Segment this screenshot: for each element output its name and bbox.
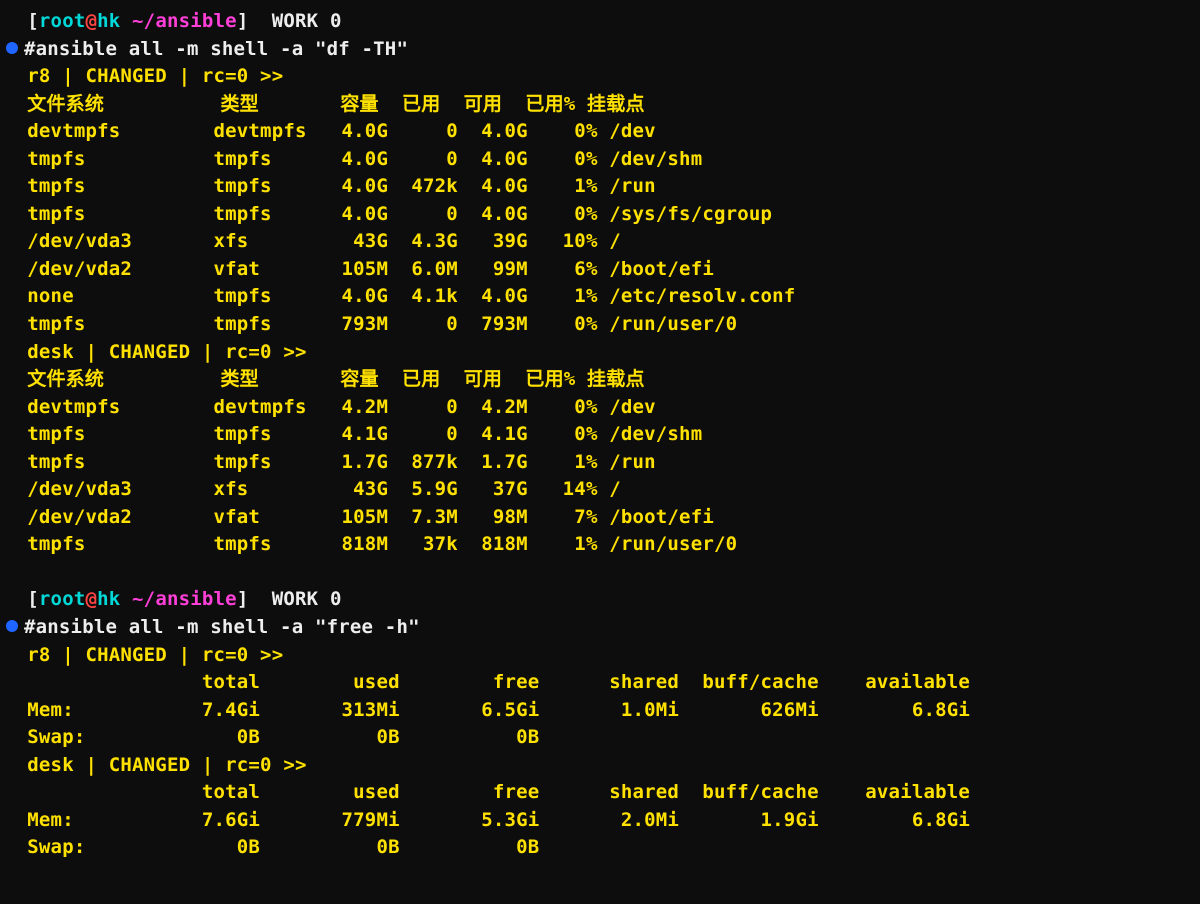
df-row: tmpfs tmpfs 4.0G 0 4.0G 0% /sys/fs/cgrou…	[4, 201, 1200, 229]
ansible-status: desk | CHANGED | rc=0 >>	[4, 339, 1200, 367]
df-row: /dev/vda2 vfat 105M 6.0M 99M 6% /boot/ef…	[4, 256, 1200, 284]
prompt-line[interactable]: [root@hk ~/ansible] WORK 0	[4, 586, 1200, 614]
ansible-status: desk | CHANGED | rc=0 >>	[4, 752, 1200, 780]
df-row: tmpfs tmpfs 1.7G 877k 1.7G 1% /run	[4, 449, 1200, 477]
df-row: /dev/vda3 xfs 43G 4.3G 39G 10% /	[4, 228, 1200, 256]
prompt-dot-icon	[6, 42, 18, 54]
df-row: tmpfs tmpfs 793M 0 793M 0% /run/user/0	[4, 311, 1200, 339]
ansible-status: r8 | CHANGED | rc=0 >>	[4, 63, 1200, 91]
free-swap-row: Swap: 0B 0B 0B	[4, 834, 1200, 862]
df-row: /dev/vda2 vfat 105M 7.3M 98M 7% /boot/ef…	[4, 504, 1200, 532]
free-mem-row: Mem: 7.4Gi 313Mi 6.5Gi 1.0Mi 626Mi 6.8Gi	[4, 697, 1200, 725]
df-row: tmpfs tmpfs 818M 37k 818M 1% /run/user/0	[4, 531, 1200, 559]
df-header: 文件系统 类型 容量 已用 可用 已用% 挂载点	[4, 366, 1200, 394]
free-mem-row: Mem: 7.6Gi 779Mi 5.3Gi 2.0Mi 1.9Gi 6.8Gi	[4, 807, 1200, 835]
df-row: tmpfs tmpfs 4.1G 0 4.1G 0% /dev/shm	[4, 421, 1200, 449]
df-row: /dev/vda3 xfs 43G 5.9G 37G 14% /	[4, 476, 1200, 504]
df-row: devtmpfs devtmpfs 4.2M 0 4.2M 0% /dev	[4, 394, 1200, 422]
terminal-output: [root@hk ~/ansible] WORK 0#ansible all -…	[4, 8, 1200, 862]
free-swap-row: Swap: 0B 0B 0B	[4, 724, 1200, 752]
df-row: tmpfs tmpfs 4.0G 0 4.0G 0% /dev/shm	[4, 146, 1200, 174]
df-header: 文件系统 类型 容量 已用 可用 已用% 挂载点	[4, 91, 1200, 119]
df-row: none tmpfs 4.0G 4.1k 4.0G 1% /etc/resolv…	[4, 283, 1200, 311]
command-line[interactable]: #ansible all -m shell -a "df -TH"	[4, 36, 1200, 64]
free-header: total used free shared buff/cache availa…	[4, 779, 1200, 807]
prompt-line[interactable]: [root@hk ~/ansible] WORK 0	[4, 8, 1200, 36]
command-line[interactable]: #ansible all -m shell -a "free -h"	[4, 614, 1200, 642]
df-row: devtmpfs devtmpfs 4.0G 0 4.0G 0% /dev	[4, 118, 1200, 146]
df-row: tmpfs tmpfs 4.0G 472k 4.0G 1% /run	[4, 173, 1200, 201]
prompt-dot-icon	[6, 620, 18, 632]
free-header: total used free shared buff/cache availa…	[4, 669, 1200, 697]
blank-line	[4, 559, 1200, 587]
ansible-status: r8 | CHANGED | rc=0 >>	[4, 642, 1200, 670]
